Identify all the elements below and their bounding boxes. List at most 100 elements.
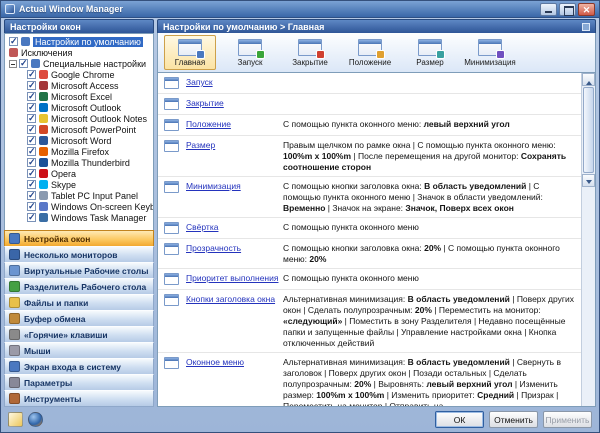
toolbar-label: Положение	[349, 58, 391, 67]
settings-row: Минимизация С помощью кнопки заголовка о…	[158, 177, 581, 218]
tree-item[interactable]: Windows On-screen Keyboard	[7, 201, 153, 212]
nav-item-label: Экран входа в систему	[24, 362, 121, 372]
tree-item[interactable]: Исключения	[7, 47, 153, 58]
setting-link[interactable]: Размер	[186, 140, 283, 151]
scroll-up-icon[interactable]	[582, 73, 595, 86]
setting-link[interactable]: Свёртка	[186, 222, 283, 233]
setting-link[interactable]: Прозрачность	[186, 243, 283, 254]
nav-item-label: Несколько мониторов	[24, 250, 118, 260]
collapse-icon[interactable]	[9, 60, 17, 68]
tree-item[interactable]: Google Chrome	[7, 69, 153, 80]
tree-item-checkbox[interactable]	[27, 158, 36, 167]
setting-link[interactable]: Положение	[186, 119, 283, 130]
tree-item[interactable]: Microsoft Excel	[7, 91, 153, 102]
tab-position[interactable]: Положение	[344, 35, 396, 70]
tree-item-checkbox[interactable]	[27, 169, 36, 178]
tree-item-label: Google Chrome	[51, 70, 115, 80]
tree-item-label: Mozilla Thunderbird	[51, 158, 130, 168]
tree-item-label: Microsoft Access	[51, 81, 119, 91]
maximize-window-icon[interactable]	[559, 3, 576, 16]
tree-item-checkbox[interactable]	[27, 70, 36, 79]
tree-panel-title: Настройки окон	[10, 22, 81, 32]
nav-desktop-divider[interactable]: Разделитель Рабочего стола	[4, 278, 154, 295]
tab-minimize[interactable]: Минимизация	[464, 35, 516, 70]
toolbar-badge	[496, 50, 505, 59]
setting-link[interactable]: Кнопки заголовка окна	[186, 294, 283, 305]
scrollbar-thumb[interactable]	[583, 87, 594, 173]
tree-item-checkbox[interactable]	[27, 180, 36, 189]
minimize-window-icon[interactable]	[540, 3, 557, 16]
size-tab-icon	[418, 39, 442, 56]
tree-item[interactable]: Специальные настройки	[7, 58, 153, 69]
tree-item-label: Microsoft PowerPoint	[51, 125, 136, 135]
nav-clipboard[interactable]: Буфер обмена	[4, 310, 154, 327]
tree-item-checkbox[interactable]	[27, 81, 36, 90]
tab-closing[interactable]: Закрытие	[284, 35, 336, 70]
tree-item-checkbox[interactable]	[27, 92, 36, 101]
toolbar-badge	[316, 50, 325, 59]
nav-options[interactable]: Параметры	[4, 374, 154, 391]
tree-item-label: Microsoft Outlook	[51, 103, 121, 113]
nav-hotkeys[interactable]: «Горячие» клавиши	[4, 326, 154, 343]
onscreen-keyboard-icon	[39, 202, 48, 211]
nav-tools[interactable]: Инструменты	[4, 390, 154, 407]
scroll-down-icon[interactable]	[582, 174, 595, 187]
tree-item[interactable]: Microsoft Outlook	[7, 102, 153, 113]
nav-window-settings[interactable]: Настройка окон	[4, 230, 154, 247]
setting-link[interactable]: Минимизация	[186, 181, 283, 192]
nav-item-label: Параметры	[24, 378, 72, 388]
tree-item-checkbox[interactable]	[27, 136, 36, 145]
tree-item[interactable]: Microsoft Word	[7, 135, 153, 146]
globe-icon[interactable]	[28, 412, 43, 427]
tree-item[interactable]: Mozilla Thunderbird	[7, 157, 153, 168]
tree-item[interactable]: Windows Task Manager	[7, 212, 153, 223]
setting-summary: С помощью кнопки заголовка окна: В облас…	[283, 181, 578, 214]
setting-link[interactable]: Приоритет выполнения	[186, 273, 283, 284]
tab-size[interactable]: Размер	[404, 35, 456, 70]
tree-item-checkbox[interactable]	[27, 114, 36, 123]
excel-icon	[39, 92, 48, 101]
tree-item[interactable]: Microsoft Outlook Notes	[7, 113, 153, 124]
vertical-scrollbar[interactable]	[581, 73, 595, 406]
tree-item[interactable]: Mozilla Firefox	[7, 146, 153, 157]
titlebar[interactable]: Actual Window Manager	[1, 1, 599, 18]
nav-files-folders[interactable]: Файлы и папки	[4, 294, 154, 311]
tree-item[interactable]: Microsoft PowerPoint	[7, 124, 153, 135]
nav-mouse[interactable]: Мыши	[4, 342, 154, 359]
tree-item-checkbox[interactable]	[27, 191, 36, 200]
closing-tab-icon	[298, 39, 322, 56]
tree-item[interactable]: Microsoft Access	[7, 80, 153, 91]
tree-item-checkbox[interactable]	[27, 202, 36, 211]
nav-logon-screen[interactable]: Экран входа в систему	[4, 358, 154, 375]
setting-summary: С помощью пункта оконного меню: левый ве…	[283, 119, 578, 130]
nav-multiple-monitors[interactable]: Несколько мониторов	[4, 246, 154, 263]
tree-item[interactable]: Tablet PC Input Panel	[7, 190, 153, 201]
tree-item-checkbox[interactable]	[27, 213, 36, 222]
position-icon	[164, 119, 179, 131]
ok-button[interactable]: ОК	[435, 411, 484, 428]
notes-icon[interactable]	[8, 412, 23, 427]
tree-item-checkbox[interactable]	[9, 37, 18, 46]
tree-item-checkbox[interactable]	[27, 147, 36, 156]
settings-toolbar: Главная Запуск Закрытие Положени	[157, 33, 596, 73]
settings-row: Размер Правым щелчком по рамке окна | С …	[158, 136, 581, 177]
toolbar-label: Минимизация	[464, 58, 516, 67]
tree-item-checkbox[interactable]	[19, 59, 28, 68]
apply-button[interactable]: Применить	[543, 411, 592, 428]
close-window-icon[interactable]	[578, 3, 595, 16]
setting-link[interactable]: Закрытие	[186, 98, 283, 109]
settings-row: Оконное меню Альтернативная минимизация:…	[158, 353, 581, 406]
tree-item-checkbox[interactable]	[27, 103, 36, 112]
setting-link[interactable]: Запуск	[186, 77, 283, 88]
nav-virtual-desktops[interactable]: Виртуальные Рабочие столы	[4, 262, 154, 279]
pin-icon[interactable]	[582, 23, 590, 31]
tablet-pc-icon	[39, 191, 48, 200]
setting-link[interactable]: Оконное меню	[186, 357, 283, 368]
tree-item[interactable]: Настройки по умолчанию	[7, 36, 153, 47]
tree-item[interactable]: Skype	[7, 179, 153, 190]
tab-home[interactable]: Главная	[164, 35, 216, 70]
cancel-button[interactable]: Отменить	[489, 411, 538, 428]
tab-startup[interactable]: Запуск	[224, 35, 276, 70]
tree-item[interactable]: Opera	[7, 168, 153, 179]
tree-item-checkbox[interactable]	[27, 125, 36, 134]
